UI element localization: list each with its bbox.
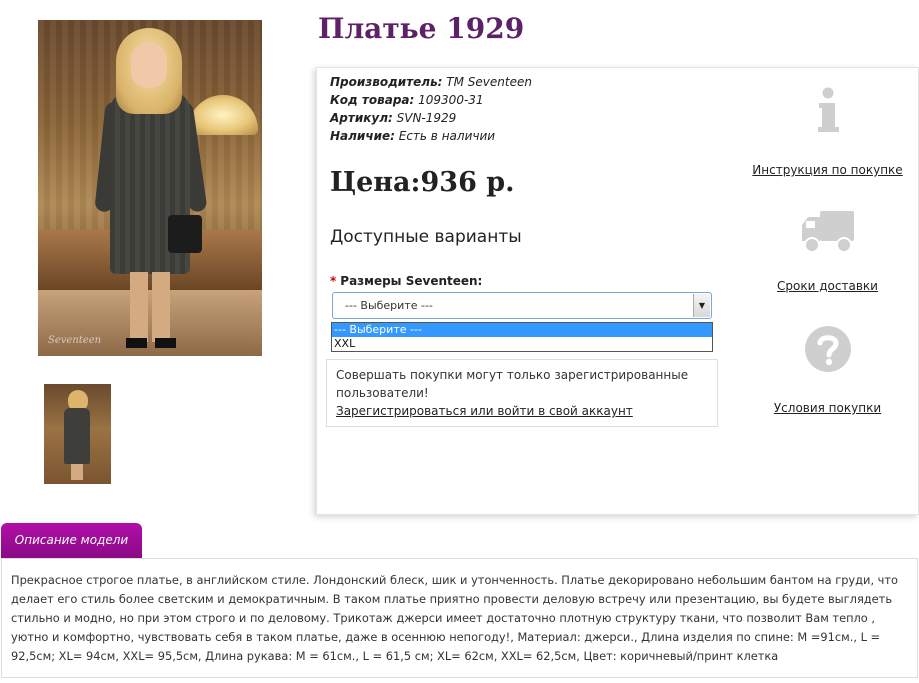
product-thumbnail[interactable] [44, 384, 111, 484]
photo-model-shoes [126, 338, 176, 348]
size-select-value: --- Выберите --- [345, 299, 433, 312]
size-label-text: Размеры Seventeen: [340, 274, 483, 288]
photo-handbag [168, 215, 202, 253]
delivery-times-link[interactable]: Сроки доставки [736, 279, 919, 293]
product-meta: Производитель: TM Seventeen Код товара: … [330, 73, 532, 145]
purchase-terms-link[interactable]: Условия покупки [736, 401, 919, 415]
photo-model-legs [130, 272, 170, 342]
size-dropdown-list: --- Выберите --- XXL [331, 322, 713, 352]
product-price: Цена:936 р. [330, 167, 515, 198]
size-option[interactable]: XXL [332, 337, 712, 351]
product-main-photo[interactable]: Seventeen [38, 20, 262, 356]
side-item-purchase-terms[interactable]: Условия покупки [736, 325, 919, 415]
product-info-panel: Производитель: TM Seventeen Код товара: … [316, 67, 919, 515]
photo-watermark: Seventeen [48, 335, 102, 346]
product-title: Платье 1929 [318, 12, 525, 45]
availability-row: Наличие: Есть в наличии [330, 127, 532, 145]
photo-model-face [131, 42, 167, 88]
required-mark: * [330, 274, 337, 288]
size-label: * Размеры Seventeen: [330, 274, 482, 288]
purchase-instructions-link[interactable]: Инструкция по покупке [736, 163, 919, 177]
side-item-purchase-instructions[interactable]: Инструкция по покупке [736, 87, 919, 177]
registration-notice-text: Совершать покупки могут только зарегистр… [336, 368, 689, 400]
article-value: SVN-1929 [396, 111, 457, 125]
product-code-value: 109300-31 [418, 93, 484, 107]
availability-label: Наличие: [330, 129, 395, 143]
variants-heading: Доступные варианты [330, 227, 522, 247]
registration-notice: Совершать покупки могут только зарегистр… [326, 359, 718, 427]
manufacturer-label: Производитель: [330, 75, 443, 89]
chevron-down-icon[interactable]: ▼ [693, 294, 710, 317]
side-item-delivery-times[interactable]: Сроки доставки [736, 207, 919, 293]
thumb-model-dress [64, 408, 90, 464]
thumb-model-legs [71, 464, 83, 480]
register-login-link[interactable]: Зарегистрироваться или войти в свой акка… [336, 404, 633, 418]
delivery-truck-icon [801, 211, 854, 253]
product-code-label: Код товара: [330, 93, 415, 107]
size-select[interactable]: --- Выберите --- ▼ [332, 292, 712, 319]
availability-value: Есть в наличии [398, 129, 496, 143]
info-icon [817, 87, 839, 132]
article-label: Артикул: [330, 111, 393, 125]
tab-model-description[interactable]: Описание модели [1, 523, 142, 558]
question-icon [804, 326, 851, 372]
manufacturer-row: Производитель: TM Seventeen [330, 73, 532, 91]
manufacturer-value: TM Seventeen [446, 75, 532, 89]
product-code-row: Код товара: 109300-31 [330, 91, 532, 109]
model-description-text: Прекрасное строгое платье, в английском … [1, 558, 918, 678]
article-row: Артикул: SVN-1929 [330, 109, 532, 127]
size-option[interactable]: --- Выберите --- [332, 323, 712, 337]
